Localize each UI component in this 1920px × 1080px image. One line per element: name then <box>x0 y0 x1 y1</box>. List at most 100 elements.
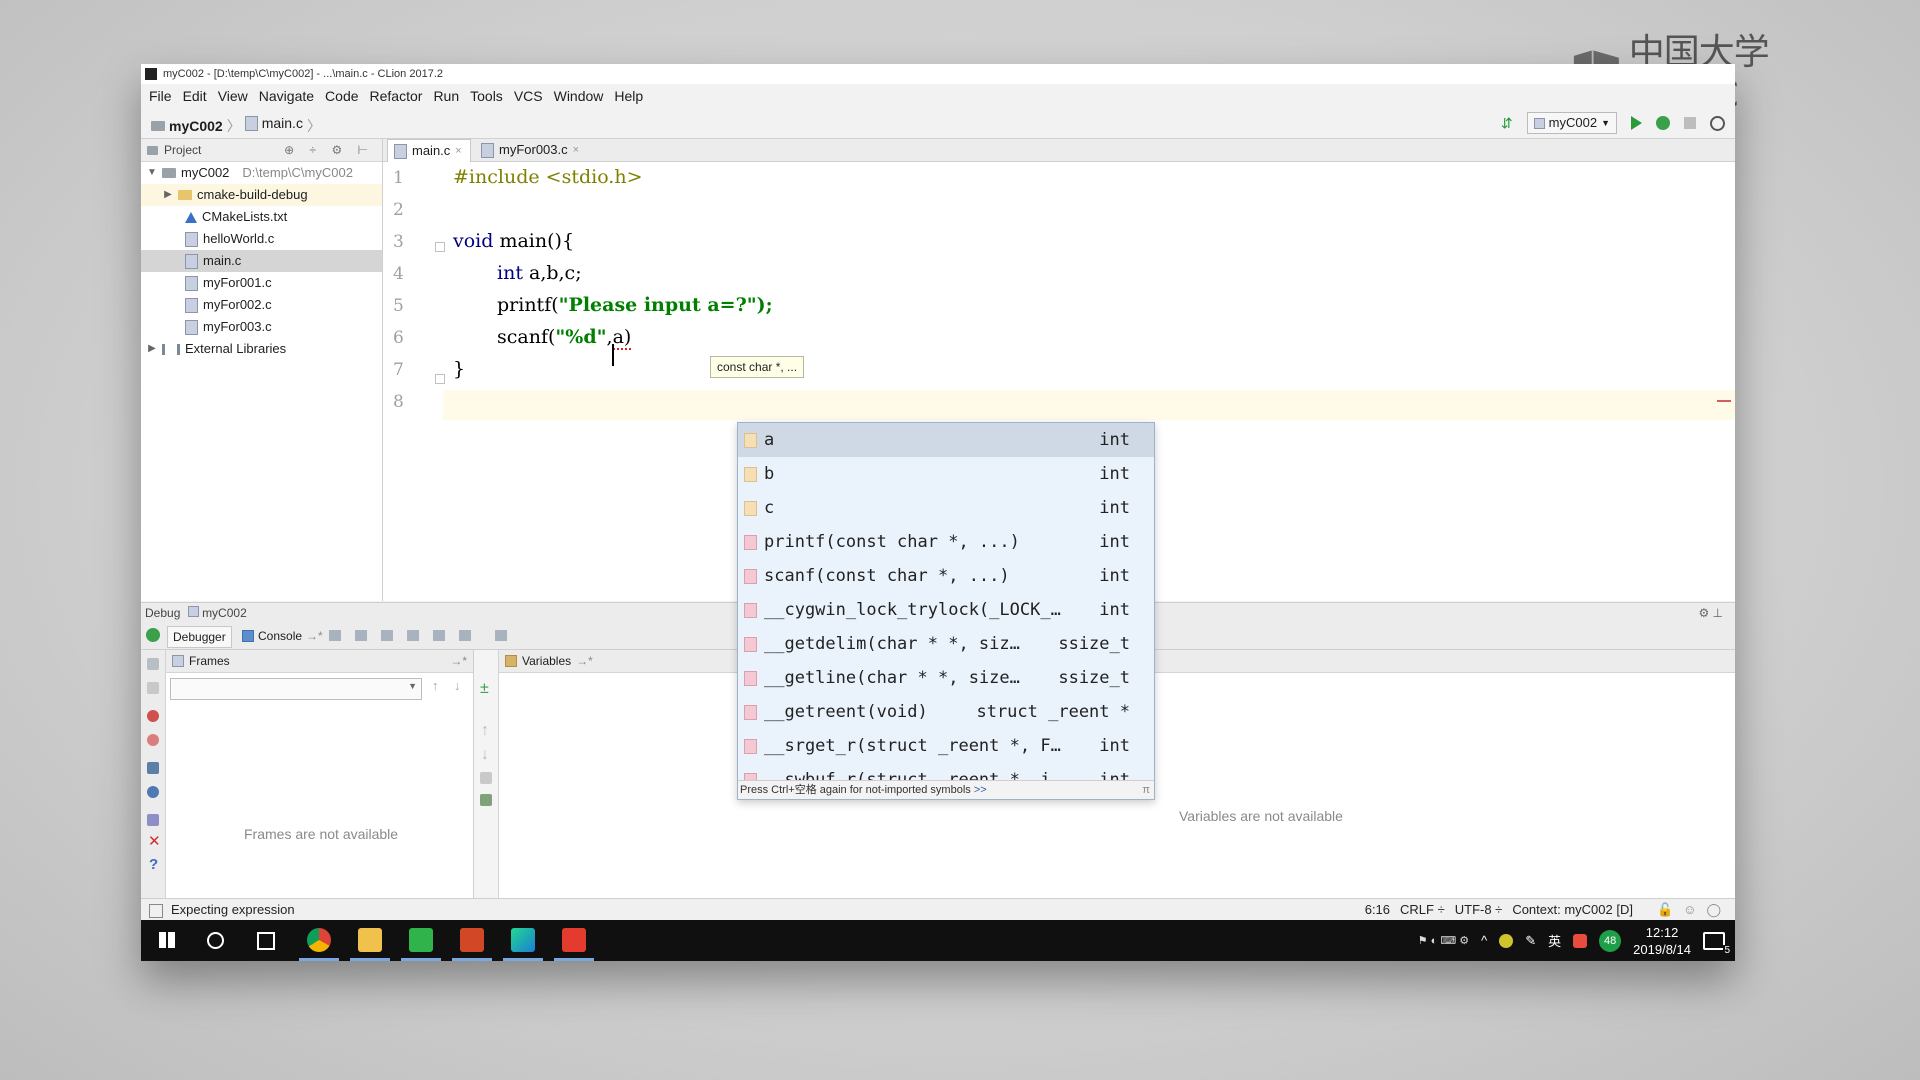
view-breakpoints-icon[interactable] <box>147 710 159 722</box>
tree-item-main[interactable]: main.c <box>141 250 382 272</box>
show-hidden-icon[interactable]: ^ <box>1481 933 1487 948</box>
fold-marker-icon[interactable] <box>435 242 445 252</box>
menu-file[interactable]: File <box>146 88 175 104</box>
resume-icon[interactable] <box>147 658 159 670</box>
error-stripe-marker[interactable] <box>1717 400 1731 402</box>
chevron-down-icon[interactable]: ▼ <box>147 162 157 184</box>
completion-item[interactable]: c int <box>738 491 1154 525</box>
fold-marker-icon[interactable] <box>435 374 445 384</box>
tab-main-c[interactable]: main.c × <box>387 139 471 162</box>
settings-icon[interactable]: ⚙ ⊥ <box>1698 603 1723 623</box>
run-to-cursor-icon[interactable] <box>459 630 471 641</box>
search-icon[interactable] <box>1710 115 1725 131</box>
show-execution-point-icon[interactable] <box>329 630 341 641</box>
completion-item[interactable]: __getline(char * *, size… ssize_t <box>738 661 1154 695</box>
powerpoint-icon[interactable] <box>460 928 484 952</box>
step-out-icon[interactable] <box>433 630 445 641</box>
mute-breakpoints-icon[interactable] <box>147 734 159 746</box>
tree-item-cmakelists[interactable]: CMakeLists.txt <box>141 206 382 228</box>
pin-icon[interactable]: →* <box>306 626 323 646</box>
pin-popup-icon[interactable]: π <box>1142 781 1150 799</box>
clion-icon[interactable] <box>511 928 535 952</box>
tree-item-myfor003[interactable]: myFor003.c <box>141 316 382 338</box>
completion-item[interactable]: printf(const char *, ...) int <box>738 525 1154 559</box>
explorer-icon[interactable] <box>358 928 382 952</box>
tab-console[interactable]: Console →* <box>237 626 328 646</box>
battery-badge[interactable]: 48 <box>1599 929 1622 952</box>
debug-icon[interactable] <box>1656 116 1670 130</box>
force-step-into-icon[interactable] <box>407 630 419 641</box>
cortana-icon[interactable] <box>207 932 224 949</box>
menu-navigate[interactable]: Navigate <box>256 88 317 104</box>
menu-tools[interactable]: Tools <box>467 88 506 104</box>
sogou-icon[interactable] <box>1573 933 1588 948</box>
line-separator[interactable]: CRLF ÷ <box>1400 899 1445 921</box>
chevron-right-icon[interactable]: ▶ <box>163 184 173 206</box>
watches-icon[interactable] <box>480 794 492 806</box>
tree-external-libraries[interactable]: ▶ External Libraries <box>141 338 382 360</box>
arrow-up-icon[interactable]: ↑ <box>481 722 489 740</box>
run-config-select[interactable]: myC002 ▼ <box>1526 112 1617 134</box>
input-language[interactable]: 英 <box>1548 931 1561 950</box>
menu-edit[interactable]: Edit <box>180 88 210 104</box>
vcs-update-icon[interactable]: ⇵ <box>1501 108 1513 138</box>
run-icon[interactable] <box>1631 116 1642 130</box>
tree-item-helloworld[interactable]: helloWorld.c <box>141 228 382 250</box>
add-watch-icon[interactable]: ± <box>480 680 489 698</box>
tool-windows-icon[interactable] <box>149 904 163 918</box>
completion-item[interactable]: a int <box>738 423 1154 457</box>
chevron-right-icon[interactable]: ▶ <box>147 338 157 360</box>
event-log-icon[interactable]: ◯ <box>1706 899 1721 921</box>
menu-help[interactable]: Help <box>611 88 646 104</box>
stop-debug-icon[interactable] <box>147 682 159 694</box>
completion-item[interactable]: __getreent(void) struct _reent * <box>738 695 1154 729</box>
close-icon[interactable]: × <box>455 140 461 162</box>
red-c-icon[interactable] <box>562 928 586 952</box>
pin-tab-icon[interactable] <box>147 814 159 826</box>
completion-item[interactable]: __srget_r(struct _reent *, F… int <box>738 729 1154 763</box>
tray-app-icon[interactable] <box>1499 933 1514 948</box>
completion-more-link[interactable]: >> <box>974 784 987 796</box>
evaluate-icon[interactable] <box>495 630 507 641</box>
layout-icon[interactable] <box>147 762 159 774</box>
completion-item[interactable]: b int <box>738 457 1154 491</box>
notification-icon[interactable]: 5 <box>1703 931 1731 956</box>
green-c-icon[interactable] <box>409 928 433 952</box>
pin-icon[interactable]: →* <box>576 650 593 672</box>
completion-item[interactable]: __getdelim(char * *, siz… ssize_t <box>738 627 1154 661</box>
arrow-down-icon[interactable]: ↓ <box>481 746 489 764</box>
inspector-icon[interactable]: ☺ <box>1683 899 1696 921</box>
panel-tools-icon[interactable]: ⊕ ÷ ⚙ ⊢ <box>284 139 374 161</box>
close-icon[interactable]: ✕ <box>148 832 161 850</box>
close-icon[interactable]: × <box>573 139 579 161</box>
taskview-icon[interactable] <box>257 932 275 950</box>
arrow-down-icon[interactable]: ↓ <box>454 678 461 693</box>
stop-icon[interactable] <box>1684 117 1696 129</box>
gear-icon[interactable] <box>147 786 159 798</box>
copy-icon[interactable] <box>480 772 492 784</box>
menu-vcs[interactable]: VCS <box>511 88 546 104</box>
clock[interactable]: 12:12 2019/8/14 <box>1633 924 1691 958</box>
thread-select[interactable]: ▼ <box>170 678 422 700</box>
menu-refactor[interactable]: Refactor <box>367 88 426 104</box>
arrow-up-icon[interactable]: ↑ <box>432 678 439 693</box>
tree-root[interactable]: ▼ myC002 D:\temp\C\myC002 <box>141 162 382 184</box>
caret-position[interactable]: 6:16 <box>1365 899 1390 921</box>
step-over-icon[interactable] <box>355 630 367 641</box>
resolve-context[interactable]: Context: myC002 [D] <box>1512 899 1633 921</box>
menu-window[interactable]: Window <box>551 88 607 104</box>
tree-item-cmake-build-debug[interactable]: ▶ cmake-build-debug <box>141 184 382 206</box>
tree-item-myfor001[interactable]: myFor001.c <box>141 272 382 294</box>
file-encoding[interactable]: UTF-8 ÷ <box>1455 899 1503 921</box>
chrome-icon[interactable] <box>307 928 331 952</box>
breadcrumb-file[interactable]: main.c <box>244 108 303 138</box>
pin-icon[interactable]: →* <box>450 650 467 672</box>
completion-item[interactable]: scanf(const char *, ...) int <box>738 559 1154 593</box>
completion-item[interactable]: __cygwin_lock_trylock(_LOCK_… int <box>738 593 1154 627</box>
pen-icon[interactable]: ✎ <box>1525 933 1536 949</box>
menu-run[interactable]: Run <box>430 88 462 104</box>
input-method-icons[interactable]: ⚑ ◐ ⌨ ⚙ <box>1418 934 1469 947</box>
step-into-icon[interactable] <box>381 630 393 641</box>
menu-view[interactable]: View <box>215 88 251 104</box>
menu-code[interactable]: Code <box>322 88 361 104</box>
